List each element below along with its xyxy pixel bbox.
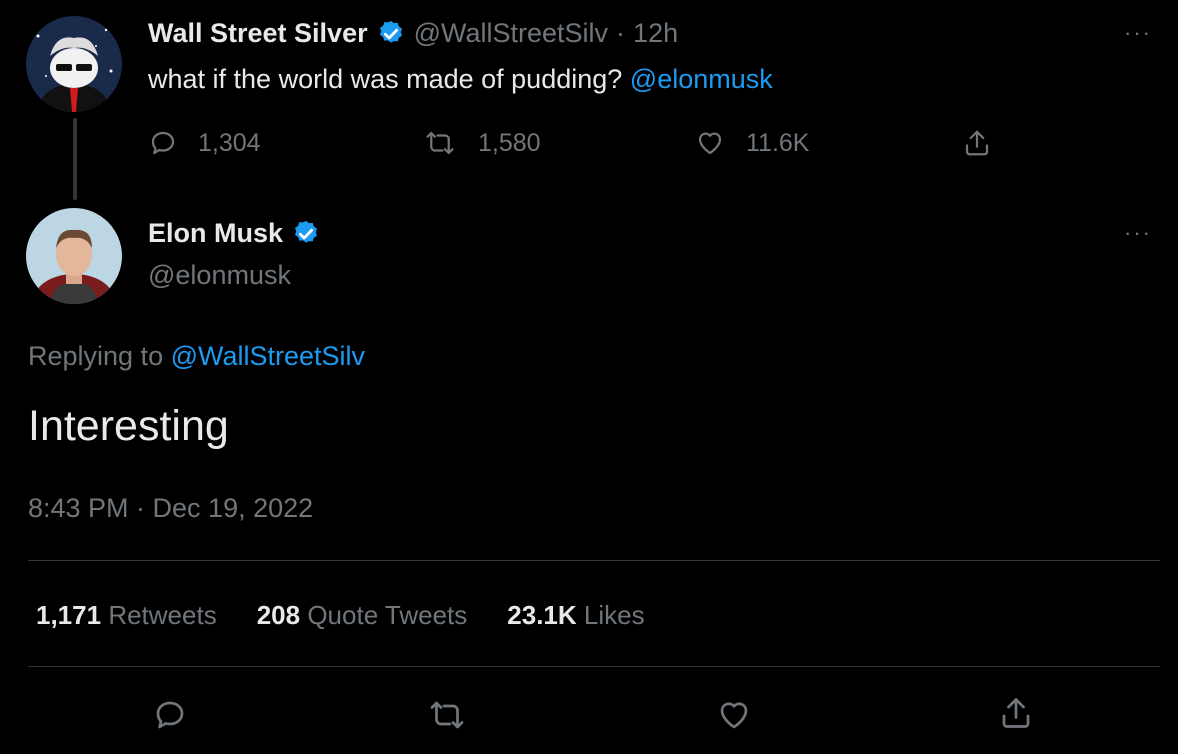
parent-author-handle[interactable]: @WallStreetSilv bbox=[414, 18, 608, 49]
divider-bottom bbox=[28, 666, 1160, 667]
retweets-stat[interactable]: 1,171 Retweets bbox=[36, 600, 217, 631]
likes-stat-count: 23.1K bbox=[507, 600, 577, 630]
quotes-stat-label: Quote Tweets bbox=[307, 600, 468, 630]
like-button[interactable] bbox=[715, 697, 753, 733]
replying-to-prefix: Replying to bbox=[28, 341, 164, 371]
verified-badge-icon bbox=[291, 219, 321, 249]
retweet-count: 1,580 bbox=[478, 128, 541, 157]
heart-icon bbox=[715, 697, 753, 733]
share-icon bbox=[962, 128, 992, 158]
parent-tweet-header: Wall Street Silver @WallStreetSilv · 12h bbox=[148, 18, 678, 49]
share-button[interactable] bbox=[962, 128, 992, 158]
main-avatar[interactable] bbox=[26, 208, 122, 304]
reply-icon bbox=[148, 128, 178, 158]
header-separator: · bbox=[616, 18, 626, 48]
divider-top bbox=[28, 560, 1160, 561]
heart-icon bbox=[694, 128, 726, 158]
stats-bar: 1,171 Retweets 208 Quote Tweets 23.1K Li… bbox=[36, 600, 645, 631]
like-button[interactable]: 11.6K bbox=[694, 128, 809, 158]
main-tweet-text: Interesting bbox=[28, 402, 229, 450]
likes-stat-label: Likes bbox=[583, 600, 645, 630]
thread-connector-line bbox=[73, 118, 77, 200]
tweet-timestamp[interactable]: 8:43 PM · Dec 19, 2022 bbox=[28, 493, 313, 524]
parent-tweet-text: what if the world was made of pudding? @… bbox=[148, 64, 773, 95]
share-icon bbox=[998, 695, 1034, 731]
parent-author-name[interactable]: Wall Street Silver bbox=[148, 18, 368, 49]
quotes-stat[interactable]: 208 Quote Tweets bbox=[257, 600, 468, 631]
main-author-handle[interactable]: @elonmusk bbox=[148, 260, 291, 291]
reply-count: 1,304 bbox=[198, 128, 261, 157]
quotes-stat-count: 208 bbox=[256, 600, 301, 630]
retweet-icon bbox=[426, 697, 468, 733]
share-button[interactable] bbox=[998, 695, 1034, 731]
reply-button[interactable]: 1,304 bbox=[148, 128, 261, 158]
like-count: 11.6K bbox=[746, 128, 810, 157]
parent-avatar[interactable] bbox=[26, 16, 122, 112]
retweet-icon bbox=[422, 128, 458, 158]
retweet-button[interactable]: 1,580 bbox=[422, 128, 541, 158]
verified-badge-icon bbox=[376, 19, 406, 49]
replying-to-link[interactable]: @WallStreetSilv bbox=[171, 341, 365, 371]
retweets-stat-label: Retweets bbox=[108, 600, 217, 630]
parent-time-ago[interactable]: 12h bbox=[633, 18, 678, 49]
retweet-button[interactable] bbox=[426, 697, 468, 733]
main-tweet-header: Elon Musk bbox=[148, 218, 321, 249]
parent-tweet-body: what if the world was made of pudding? bbox=[148, 64, 623, 94]
main-author-name[interactable]: Elon Musk bbox=[148, 218, 283, 249]
reply-icon bbox=[152, 697, 188, 733]
likes-stat[interactable]: 23.1K Likes bbox=[507, 600, 644, 631]
retweets-stat-count: 1,171 bbox=[36, 600, 102, 630]
more-icon[interactable]: ··· bbox=[1124, 220, 1152, 246]
mention-link[interactable]: @elonmusk bbox=[630, 64, 773, 94]
more-icon[interactable]: ··· bbox=[1124, 20, 1152, 46]
reply-button[interactable] bbox=[152, 697, 188, 733]
replying-to-line: Replying to @WallStreetSilv bbox=[28, 341, 365, 372]
